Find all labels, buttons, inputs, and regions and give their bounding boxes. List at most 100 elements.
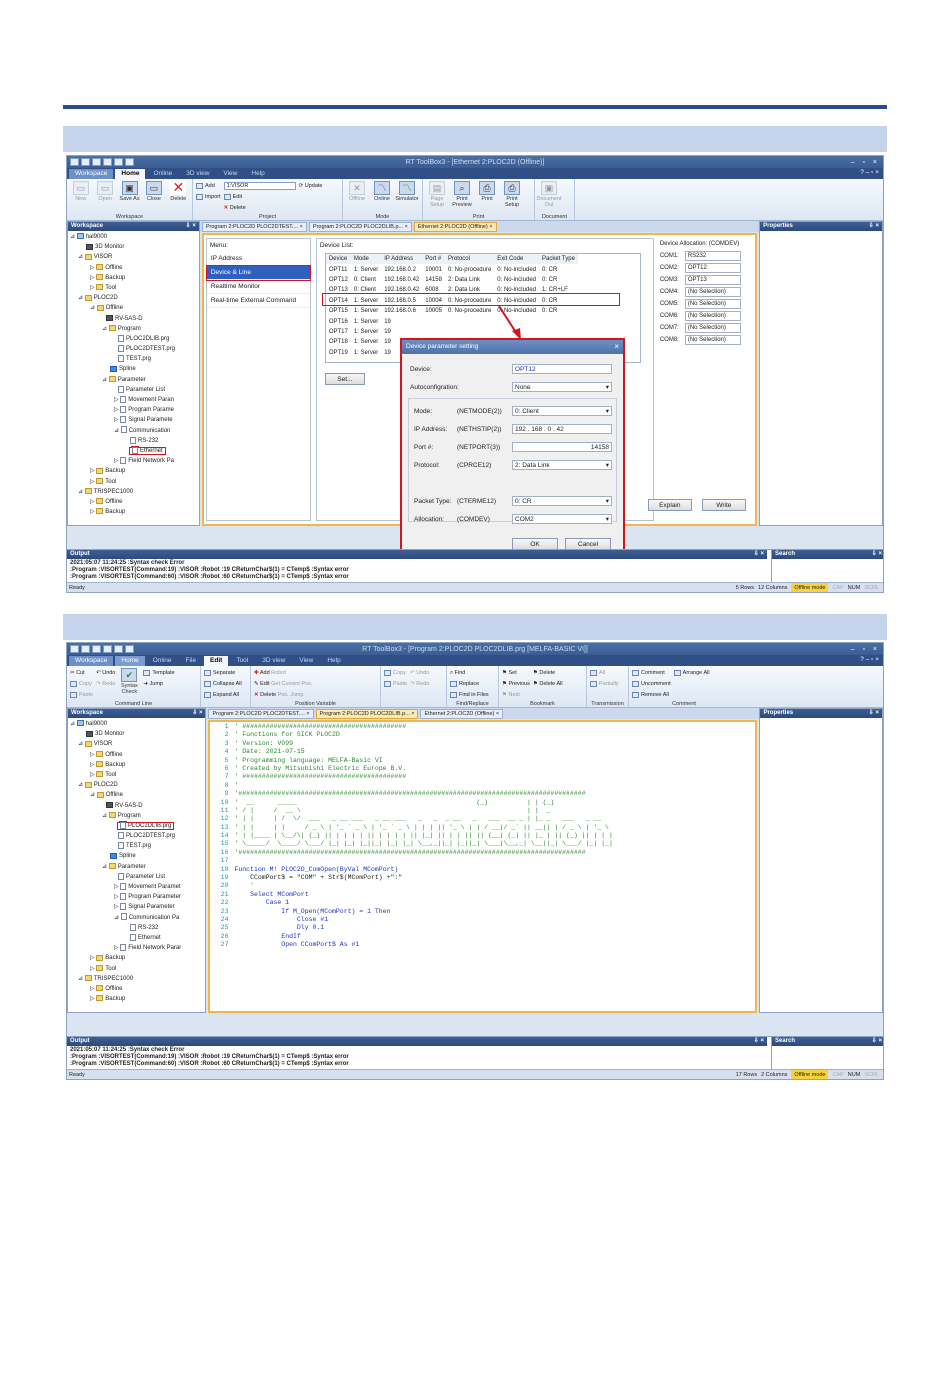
menu-realtime-external-command[interactable]: Real-time External Command	[206, 294, 310, 308]
tree-item[interactable]: ▷ Tool	[70, 964, 203, 974]
close-icon[interactable]: ⇩ ×	[872, 550, 882, 559]
set-button[interactable]: Set...	[324, 373, 365, 385]
packet-type-select[interactable]: 0: CR ▾	[512, 496, 612, 506]
close-button[interactable]: ▭ Close	[143, 181, 164, 202]
tab-edit[interactable]: Edit	[204, 656, 229, 666]
tree-item[interactable]: ⊿ Communication	[70, 426, 197, 436]
tab-workspace[interactable]: Workspace	[69, 656, 114, 666]
code-line[interactable]: 18 Function M! PLOC2D_ComOpen(ByVal MComP…	[216, 866, 755, 874]
copy-button[interactable]: Copy	[70, 679, 93, 689]
code-line[interactable]: 23 If M_Open(MComPort) = 1 Then	[216, 908, 755, 916]
code-line[interactable]: 7 ' #####################################…	[216, 773, 755, 781]
page-setup-button[interactable]: ▤ Page Setup	[426, 181, 448, 208]
arrange-all-button[interactable]: Arrange All	[673, 668, 710, 678]
tree-item[interactable]: ⊿ Program	[70, 324, 197, 334]
update-button[interactable]: ⟳ Update	[299, 181, 323, 191]
bookmark-delete-all-button[interactable]: ⚑ Delete All	[533, 679, 563, 689]
code-line[interactable]: 13 ' | | | | / _ \ | '_ ` _ \ | '_ ` _ \ …	[216, 824, 755, 832]
cut-button[interactable]: ✂ Cut	[70, 668, 93, 678]
tree-item[interactable]: PLOC2DLIB.prg	[70, 821, 203, 831]
code-line[interactable]: 25 Dly 0.1	[216, 924, 755, 932]
code-line[interactable]: 20 '	[216, 882, 755, 890]
tree-item[interactable]: ▷ Offline	[70, 497, 197, 507]
port-field[interactable]: 14158	[512, 442, 612, 452]
tab-tool[interactable]: Tool	[230, 656, 254, 666]
add-button[interactable]: Add	[196, 181, 221, 191]
device-field[interactable]: OPT12	[512, 364, 612, 374]
template-button[interactable]: Template	[143, 668, 175, 678]
table-row[interactable]: OPT15 1: Server 192.168.0.6 10005 0: No-proc…	[326, 306, 578, 316]
find-in-files-button[interactable]: Find in Files	[450, 690, 489, 700]
paste2-button[interactable]: Paste	[384, 679, 407, 689]
tree-item[interactable]: ▷ Tool	[70, 283, 197, 293]
help-icon[interactable]: ? – ▫ ×	[860, 656, 879, 663]
allocation-select[interactable]: (No Selection)	[684, 335, 741, 345]
table-row[interactable]: OPT12 0: Client 192.168.0.42 14158 2: Data L…	[326, 275, 578, 285]
paste-button[interactable]: Paste	[70, 690, 93, 700]
ploc2dlib-tree-item[interactable]: PLOC2DLIB.prg	[128, 823, 171, 829]
tree-item[interactable]: Ethernet	[70, 933, 203, 943]
simulator-button[interactable]: 〽 Simulator	[395, 181, 419, 202]
code-line[interactable]: 8 '	[216, 782, 755, 790]
quick-access-toolbar[interactable]	[70, 158, 134, 166]
tree-item[interactable]: Ethernet	[70, 446, 197, 456]
code-line[interactable]: 15 ' \_____/ \____/ \___/ |_| |_| |_||_| …	[216, 840, 755, 848]
tree-item[interactable]: PLOC2DTEST.prg	[70, 344, 197, 354]
print-setup-button[interactable]: ⎙ Print Setup	[501, 181, 523, 208]
close-icon[interactable]: ⇩ ×	[754, 1037, 764, 1046]
bookmark-set-button[interactable]: ⚑ Set	[502, 668, 530, 678]
close-icon[interactable]: ⇩ ×	[754, 550, 764, 559]
tree-item[interactable]: ▷ Field Network Parar	[70, 943, 203, 953]
offline-button[interactable]: ✕ Offline	[346, 181, 368, 202]
tab-home[interactable]: Home	[115, 656, 145, 666]
table-row[interactable]: OPT11 1: Server 192.168.0.2 10001 0: No-proc…	[326, 264, 578, 274]
print-button[interactable]: ⎙ Print	[476, 181, 498, 202]
ethernet-tree-item[interactable]: Ethernet	[140, 448, 163, 454]
syntax-check-button[interactable]: ✔ Syntax Check	[118, 668, 140, 695]
tree-item[interactable]: Parameter List	[70, 872, 203, 882]
tree-item[interactable]: ⊿ Communication Pa	[70, 913, 203, 923]
tree-item[interactable]: PLOC2DTEST.prg	[70, 831, 203, 841]
tree-item[interactable]: ▷ Backup	[70, 273, 197, 283]
transmit-partially-button[interactable]: Partially	[590, 679, 619, 689]
expand-all-button[interactable]: Expand All	[204, 690, 242, 700]
allocation-select[interactable]: COM2 ▾	[512, 514, 612, 524]
tab-workspace[interactable]: Workspace	[69, 169, 114, 179]
code-line[interactable]: 6 ' Created by Mitsubishi Electric Europe…	[216, 765, 755, 773]
comment-button[interactable]: Comment	[632, 668, 671, 678]
print-preview-button[interactable]: ⌕ Print Preview	[451, 181, 473, 208]
edit-button[interactable]: Edit	[223, 192, 296, 202]
code-line[interactable]: 3 ' Version: V099	[216, 740, 755, 748]
code-line[interactable]: 19 CComPort$ = "COM" + Str$(MComPort) +"…	[216, 874, 755, 882]
tree-item[interactable]: ▷ Movement Paramet	[70, 882, 203, 892]
tree-item[interactable]: ⊿ Program	[70, 811, 203, 821]
tree-item[interactable]: ▷ Backup	[70, 760, 203, 770]
remove-all-button[interactable]: Remove All	[632, 690, 671, 700]
col-header[interactable]: Protocol	[445, 254, 494, 264]
tree-item[interactable]: Spline	[70, 851, 203, 861]
tree-item[interactable]: RS-232	[70, 923, 203, 933]
tree-item[interactable]: ⊿ Offline	[70, 303, 197, 313]
document-out-button[interactable]: ▣ Document Out	[536, 181, 562, 208]
close-icon[interactable]: ×	[614, 342, 619, 351]
tree-item[interactable]: ▷ Offline	[70, 984, 203, 994]
tree-item[interactable]: ▷ Backup	[70, 994, 203, 1004]
allocation-select[interactable]: (No Selection)	[684, 323, 741, 333]
tree-item[interactable]: ⊿ Parameter	[70, 862, 203, 872]
tree-item[interactable]: ⊿ Offline	[70, 790, 203, 800]
uncomment-button[interactable]: Uncomment	[632, 679, 671, 689]
open-button[interactable]: ▭ Open	[94, 181, 115, 202]
tree-item[interactable]: ▷ Program Parameter	[70, 892, 203, 902]
collapse-all-button[interactable]: Collapse All	[204, 679, 242, 689]
tree-item[interactable]: ▷ Backup	[70, 953, 203, 963]
close-icon[interactable]: ⇩ ×	[869, 222, 879, 231]
tab-file[interactable]: File	[180, 656, 202, 666]
tree-item[interactable]: RV-5AS-D	[70, 801, 203, 811]
quick-access-toolbar[interactable]	[70, 645, 134, 653]
tree-item[interactable]: Spline	[70, 364, 197, 374]
tree-item[interactable]: ▷ Program Parame	[70, 405, 197, 415]
close-icon[interactable]: ⇩ ×	[869, 709, 879, 718]
undo2-button[interactable]: ↶ Undo	[410, 668, 429, 678]
code-line[interactable]: 17	[216, 857, 755, 865]
tree-item[interactable]: ⊿ hal9000	[70, 232, 197, 242]
